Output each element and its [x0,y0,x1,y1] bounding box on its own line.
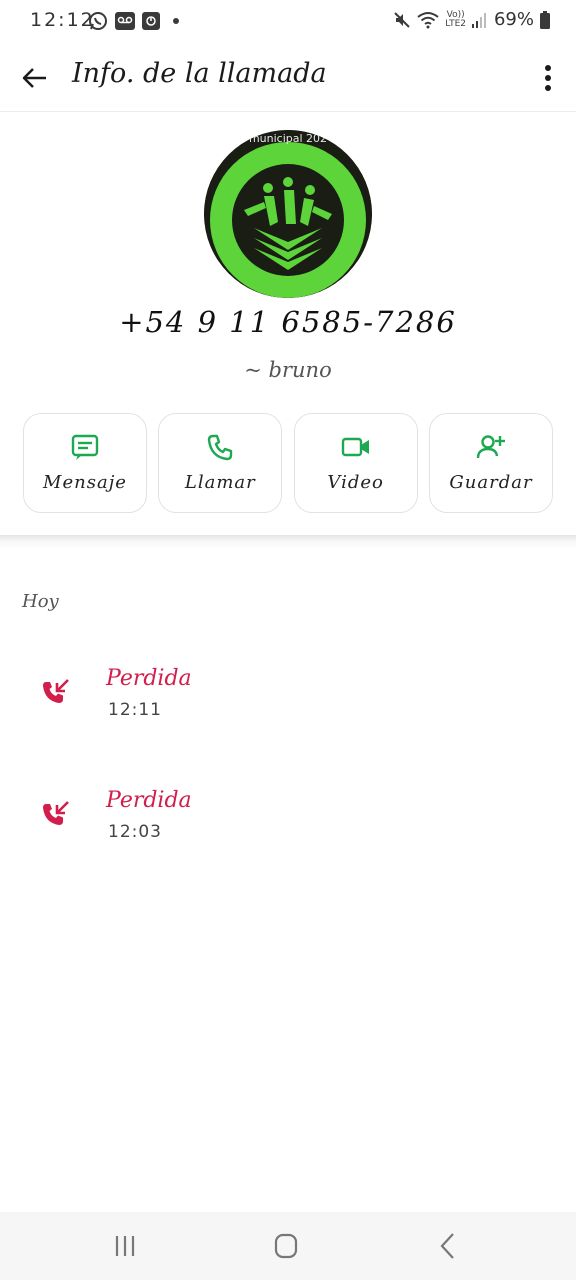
recorder-icon [142,12,160,30]
message-icon [71,434,99,460]
call-log-item[interactable]: Perdida 12:03 [0,788,576,868]
avatar-logo-image [204,130,372,298]
action-row: Mensaje Llamar Video Guardar [23,413,553,513]
battery-percent: 69% [493,9,534,30]
status-bar: 12:12 Vo)) LTE2 69% [0,0,576,44]
video-icon [341,437,369,457]
add-contact-icon [476,435,505,459]
save-contact-button[interactable]: Guardar [428,413,553,513]
missed-call-icon [43,801,69,825]
avatar-caption: municipal 202 [248,132,328,145]
signal-icon [471,12,486,28]
more-vertical-icon[interactable] [538,60,558,96]
status-icons-left [88,11,179,31]
missed-call-icon [43,679,69,703]
call-status: Perdida [106,788,192,813]
system-nav-bar [0,1212,576,1280]
call-label: Llamar [184,472,256,493]
mute-icon [394,11,411,28]
status-time: 12:12 [30,9,95,31]
section-divider [0,535,576,549]
call-time: 12:11 [108,700,162,720]
date-section-label: Hoy [22,591,59,612]
contact-avatar[interactable]: municipal 202 [204,130,372,298]
call-time: 12:03 [108,822,162,842]
app-bar: Info. de la llamada [0,44,576,112]
message-button[interactable]: Mensaje [23,413,147,513]
page-title: Info. de la llamada [72,58,327,89]
notification-dot [173,18,179,24]
whatsapp-icon [89,12,107,30]
nav-back-icon[interactable] [428,1228,468,1264]
home-icon[interactable] [266,1228,306,1264]
video-button[interactable]: Video [293,413,418,513]
contact-alias: ~ bruno [244,358,332,382]
video-label: Video [327,472,384,493]
phone-number: +54 9 11 6585-7286 [119,305,457,339]
phone-icon [208,434,233,461]
call-status: Perdida [106,666,192,691]
battery-icon [540,10,550,29]
save-contact-label: Guardar [449,472,533,493]
call-button[interactable]: Llamar [158,413,283,513]
recents-icon[interactable] [105,1228,145,1264]
voicemail-icon [115,12,135,30]
status-icons-right: Vo)) LTE2 69% [393,9,550,30]
message-label: Mensaje [43,472,127,493]
call-log-item[interactable]: Perdida 12:11 [0,666,576,746]
lte-bottom-label: LTE2 [445,18,466,29]
lte-indicator: Vo)) LTE2 [445,10,466,29]
wifi-icon [417,11,439,28]
arrow-left-icon[interactable] [18,60,54,96]
